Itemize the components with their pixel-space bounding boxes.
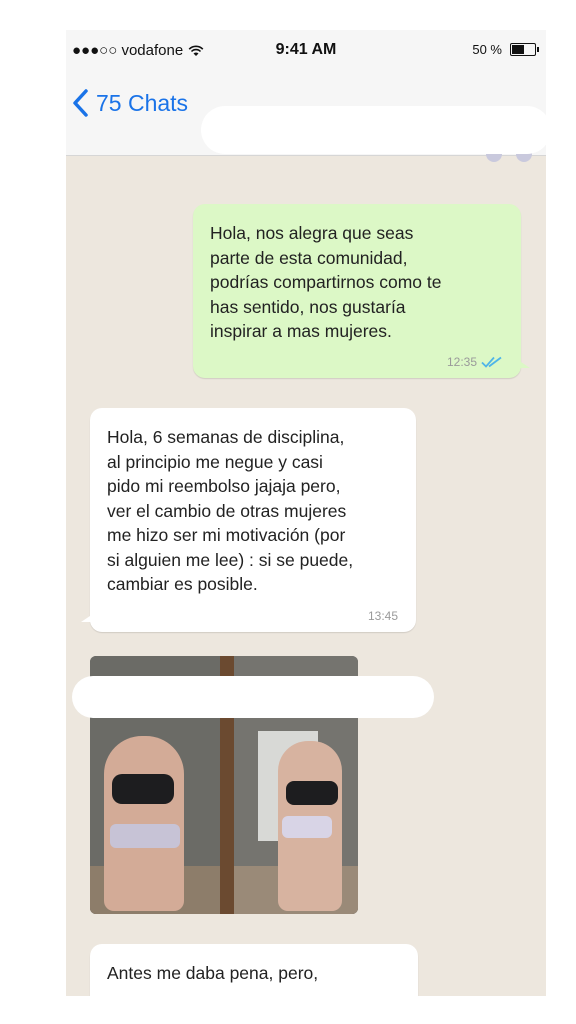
redaction-overlay [72, 676, 434, 718]
photo-top-before [112, 774, 174, 804]
phone-screen: ●●●○○ vodafone 9:41 AM 50 % 75 Chats En … [66, 30, 546, 996]
outgoing-message[interactable]: Hola, nos alegra que seas parte de esta … [193, 204, 530, 378]
back-button[interactable]: 75 Chats [70, 88, 188, 118]
bubble-tail [518, 360, 530, 368]
incoming-message[interactable]: Hola, 6 semanas de disciplina, al princi… [81, 408, 416, 632]
battery-percent: 50 % [472, 42, 502, 57]
chevron-left-icon [73, 89, 88, 117]
message-text: Hola, 6 semanas de disciplina, al princi… [107, 427, 354, 594]
chat-header: 75 Chats En línea [66, 70, 546, 162]
message-time: 12:35 [446, 355, 477, 369]
battery-icon [510, 43, 539, 56]
photo-shorts-after [282, 816, 332, 838]
message-time: 13:45 [367, 609, 398, 623]
read-ticks-icon [481, 356, 502, 368]
bubble-tail [81, 614, 93, 622]
incoming-message[interactable]: Antes me daba pena, pero, [90, 944, 418, 996]
message-meta: 13:45 [368, 609, 398, 623]
message-text: Hola, nos alegra que seas parte de esta … [210, 223, 442, 341]
photo-top-after [286, 781, 338, 805]
redaction-overlay [201, 106, 546, 154]
status-bar: ●●●○○ vodafone 9:41 AM 50 % [66, 30, 546, 70]
battery-status: 50 % [472, 42, 539, 57]
message-text: Antes me daba pena, pero, [107, 963, 319, 983]
photo-shorts-before [110, 824, 180, 848]
message-list[interactable]: Hola, nos alegra que seas parte de esta … [66, 156, 546, 996]
message-meta: 12:35 [447, 355, 503, 369]
back-label: 75 Chats [96, 89, 189, 116]
